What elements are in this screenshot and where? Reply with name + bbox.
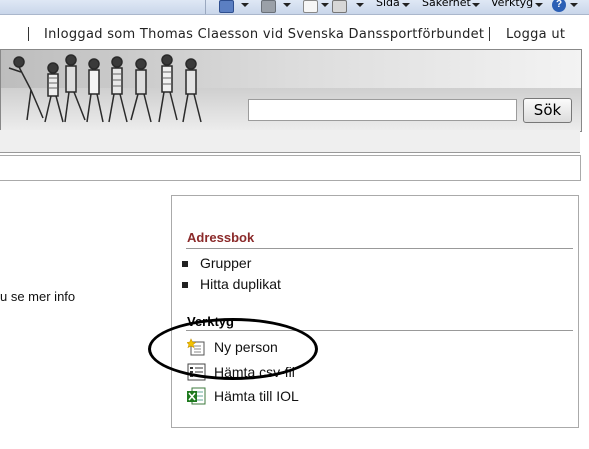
sidebar-panel: Adressbok Grupper Hitta duplikat Verktyg… [171,195,579,428]
chevron-down-icon[interactable] [356,3,364,7]
dancers-photo [8,54,202,123]
chevron-down-icon[interactable] [535,3,543,7]
menu-verktyg[interactable]: Verktyg [491,0,533,9]
bullet-icon [182,282,188,288]
info-text: u se mer info [0,289,76,304]
menu-strip [0,130,580,153]
verktyg-title: Verktyg [187,314,234,329]
divider [28,27,29,41]
adressbok-title: Adressbok [187,230,255,245]
chevron-down-icon[interactable] [472,3,480,7]
bullet-icon [182,261,188,267]
chevron-down-icon[interactable] [321,3,329,7]
hamta-csv-link[interactable]: Hämta csv-fil [214,364,295,380]
logout-link[interactable]: Logga ut [506,27,565,42]
menu-sakerhet[interactable]: Säkerhet [422,0,471,9]
print-icon[interactable] [332,0,347,13]
divider [186,248,573,249]
menu-sida[interactable]: Sida [376,0,400,9]
toolbar-separator [205,0,206,14]
submenu-strip [0,155,581,181]
csv-list-icon [187,363,206,381]
search-input[interactable] [248,99,517,121]
hamta-iol-link[interactable]: Hämta till IOL [214,388,299,404]
hitta-duplikat-link[interactable]: Hitta duplikat [200,276,281,292]
header-banner: Sök [0,49,582,132]
chevron-down-icon[interactable] [570,3,578,7]
chevron-down-icon[interactable] [283,3,291,7]
help-icon[interactable]: ? [552,0,566,12]
excel-icon [187,387,206,405]
chevron-down-icon[interactable] [241,3,249,7]
logged-in-text: Inloggad som Thomas Claesson vid Svenska… [44,27,485,42]
chevron-down-icon[interactable] [402,3,410,7]
divider [489,27,490,41]
search-button[interactable]: Sök [523,98,572,123]
browser-command-bar: Sida Säkerhet Verktyg ? [0,0,589,15]
ny-person-link[interactable]: Ny person [214,339,278,355]
rss-feed-icon[interactable] [261,0,276,13]
new-person-icon [187,338,205,356]
home-icon[interactable] [219,0,234,13]
divider [186,330,573,331]
login-bar: Inloggad som Thomas Claesson vid Svenska… [0,22,589,48]
mail-icon[interactable] [303,0,318,13]
grupper-link[interactable]: Grupper [200,255,251,271]
